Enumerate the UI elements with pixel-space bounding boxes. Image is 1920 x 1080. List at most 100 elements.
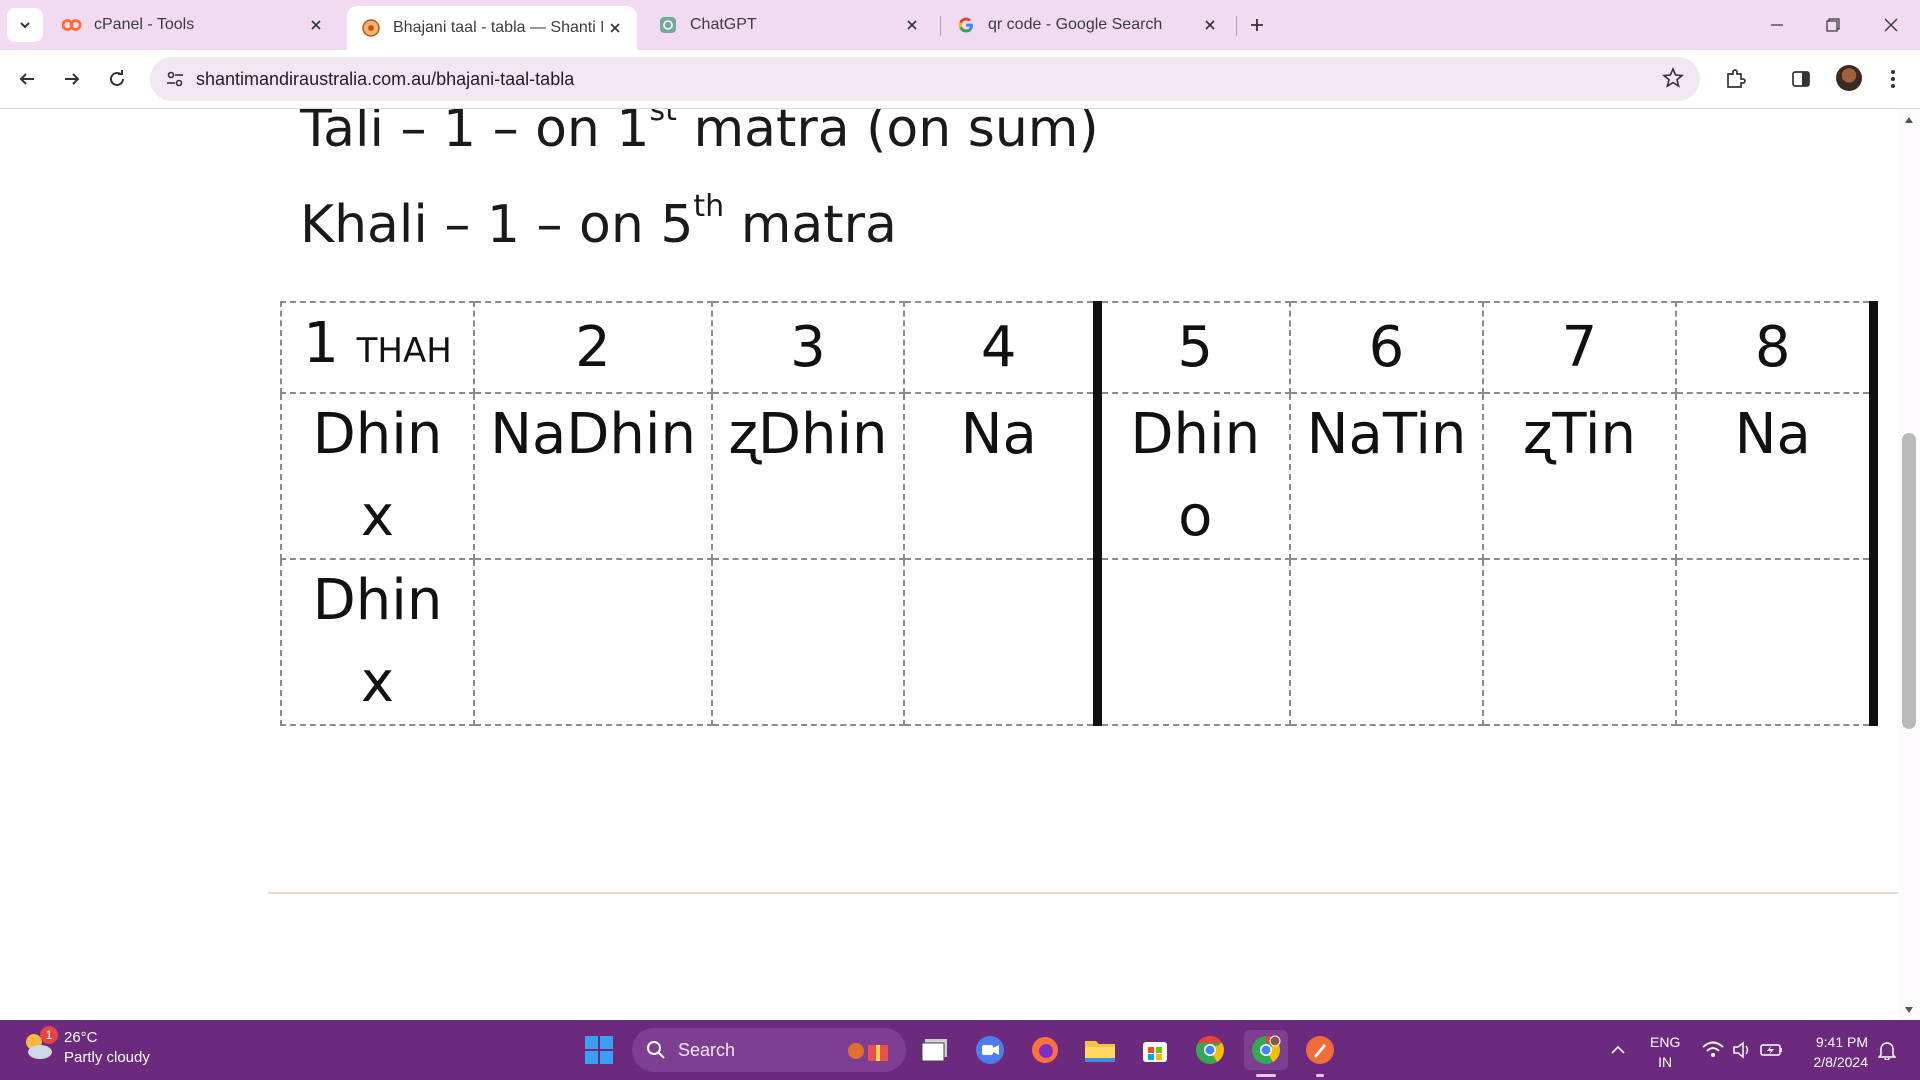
battery-charging-icon <box>1760 1044 1782 1056</box>
extensions-button[interactable] <box>1718 62 1752 96</box>
arrow-right-icon <box>65 73 80 85</box>
tali-text: Tali – 1 – on 1 <box>300 108 650 159</box>
battery-button[interactable] <box>1758 1030 1786 1070</box>
table-cell: Na <box>1675 392 1878 560</box>
clock-date: 2/8/2024 <box>1813 1054 1869 1070</box>
chrome-profile-app[interactable] <box>1244 1030 1288 1070</box>
reload-button[interactable] <box>100 62 134 96</box>
table-cell: NaDhin <box>473 392 713 560</box>
weather-widget[interactable]: 1 26°C Partly cloudy <box>20 1026 150 1068</box>
language-indicator[interactable]: ENG IN <box>1650 1032 1680 1072</box>
close-icon[interactable] <box>900 13 924 37</box>
header-cell: 3 <box>711 301 905 394</box>
running-app-indicator <box>1316 1074 1324 1077</box>
khali-text: Khali – 1 – on 5 <box>300 195 694 255</box>
weather-temp: 26°C <box>64 1029 98 1046</box>
tab-chatgpt[interactable]: ChatGPT <box>644 8 934 42</box>
close-window-button[interactable] <box>1876 10 1906 40</box>
bell-icon <box>1878 1042 1896 1060</box>
task-view-app[interactable] <box>916 1030 956 1070</box>
close-icon[interactable] <box>304 13 328 37</box>
puzzle-icon <box>1727 69 1746 88</box>
tab-bhajani-taal[interactable]: Bhajani taal - tabla — Shanti M <box>347 6 637 50</box>
volume-button[interactable] <box>1730 1030 1754 1070</box>
minimize-icon <box>1771 24 1783 26</box>
address-bar[interactable]: shantimandiraustralia.com.au/bhajani-taa… <box>150 57 1700 101</box>
table-cell: ʐTin <box>1482 392 1677 560</box>
chevron-down-icon <box>20 22 30 29</box>
table-cell <box>1675 558 1878 726</box>
new-tab-button[interactable] <box>1244 12 1270 38</box>
tab-title: cPanel - Tools <box>94 16 195 33</box>
chrome-icon <box>1252 1035 1281 1064</box>
store-icon <box>1143 1042 1167 1062</box>
table-cell: Dhin o <box>1092 392 1291 560</box>
weather-desc: Partly cloudy <box>64 1049 150 1066</box>
tab-search-button[interactable] <box>7 8 43 42</box>
firefox-app[interactable] <box>1025 1030 1065 1070</box>
taskbar-search[interactable]: Search <box>632 1028 906 1072</box>
back-button[interactable] <box>10 62 44 96</box>
start-button[interactable] <box>584 1035 614 1070</box>
partly-cloudy-icon: 1 <box>20 1026 60 1068</box>
plus-icon <box>1251 19 1263 31</box>
taskbar: 1 26°C Partly cloudy Search ENG IN 9:41 … <box>0 1020 1920 1080</box>
zoom-app[interactable] <box>970 1030 1010 1070</box>
cpanel-icon <box>62 15 82 35</box>
lang-line2: IN <box>1658 1054 1673 1070</box>
table-cell <box>1482 558 1677 726</box>
close-icon[interactable] <box>1198 13 1222 37</box>
tab-google-search[interactable]: qr code - Google Search <box>942 8 1232 42</box>
bookmark-star-icon[interactable] <box>1661 66 1685 94</box>
menu-button[interactable] <box>1876 62 1910 96</box>
profile-avatar[interactable] <box>1836 65 1862 91</box>
header-cell: 7 <box>1482 301 1677 394</box>
tali-rest: matra (on sum) <box>676 108 1099 159</box>
page-viewport: Tali – 1 – on 1st matra (on sum) Khali –… <box>0 108 1920 1020</box>
search-label: Search <box>678 1039 736 1060</box>
task-view-icon <box>921 1039 947 1062</box>
side-panel-button[interactable] <box>1784 62 1818 96</box>
wifi-button[interactable] <box>1700 1030 1726 1070</box>
close-icon <box>1884 18 1898 32</box>
google-icon <box>956 15 976 35</box>
scrollbar-thumb[interactable] <box>1902 433 1916 729</box>
weather-badge: 1 <box>40 1026 58 1044</box>
triangle-down-icon <box>1905 1007 1913 1013</box>
site-info-icon[interactable] <box>164 68 186 95</box>
table-cell <box>1289 558 1484 726</box>
tab-strip: cPanel - Tools Bhajani taal - tabla — Sh… <box>0 0 1920 50</box>
show-hidden-icons-button[interactable] <box>1606 1030 1630 1070</box>
sketch-app[interactable] <box>1300 1030 1340 1070</box>
tab-title: Bhajani taal - tabla — Shanti M <box>393 19 603 36</box>
notifications-button[interactable] <box>1874 1030 1900 1070</box>
tab-title: qr code - Google Search <box>988 16 1163 33</box>
arrow-left-icon <box>19 73 34 85</box>
browser-toolbar: shantimandiraustralia.com.au/bhajani-taa… <box>0 50 1920 108</box>
forward-button[interactable] <box>55 62 89 96</box>
system-clock[interactable]: 9:41 PM 2/8/2024 <box>1800 1032 1869 1072</box>
minimize-button[interactable] <box>1762 10 1792 40</box>
table-cell: ʐDhin <box>711 392 905 560</box>
speaker-icon <box>1733 1041 1749 1059</box>
gift-icon <box>848 1043 888 1061</box>
tab-cpanel[interactable]: cPanel - Tools <box>48 8 338 42</box>
restore-button[interactable] <box>1818 10 1848 40</box>
lang-line1: ENG <box>1650 1034 1681 1050</box>
triangle-up-icon <box>1905 117 1913 123</box>
table-cell: Dhin x <box>280 558 475 726</box>
scroll-down-arrow[interactable] <box>1902 1003 1916 1017</box>
chatgpt-icon <box>658 15 678 35</box>
scroll-up-arrow[interactable] <box>1902 113 1916 127</box>
header-cell: 2 <box>473 301 713 394</box>
store-app[interactable] <box>1135 1030 1175 1070</box>
file-explorer-app[interactable] <box>1080 1030 1120 1070</box>
table-cell: Na <box>903 392 1098 560</box>
restore-icon <box>1826 18 1840 32</box>
reload-icon <box>110 70 124 86</box>
table-cell <box>711 558 905 726</box>
table-cell: NaTin <box>1289 392 1484 560</box>
close-icon[interactable] <box>603 16 627 40</box>
tali-sup: st <box>649 108 677 128</box>
chrome-app[interactable] <box>1190 1030 1230 1070</box>
